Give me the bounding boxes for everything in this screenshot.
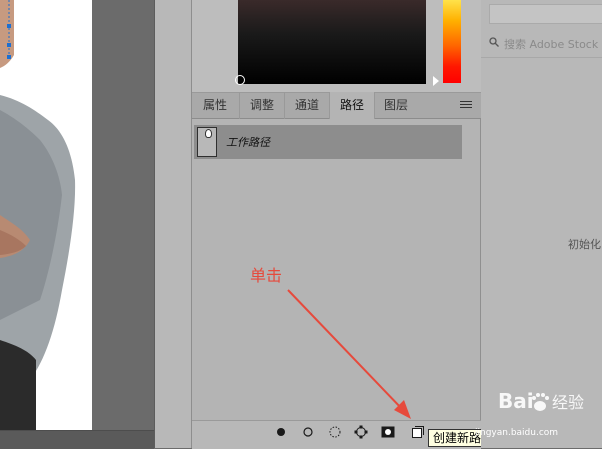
document-canvas[interactable] — [0, 0, 92, 430]
canvas-statusbar — [0, 430, 154, 449]
add-mask-button[interactable] — [380, 424, 396, 440]
tab-paths[interactable]: 路径 — [329, 92, 375, 119]
hue-slider-handle[interactable] — [433, 76, 439, 86]
stock-search-input[interactable]: 搜索 Adobe Stock — [504, 36, 598, 52]
tab-layers[interactable]: 图层 — [374, 92, 418, 119]
annotation-label: 单击 — [250, 266, 283, 285]
path-thumbnail-shape-icon — [205, 129, 212, 138]
add-mask-icon — [381, 426, 395, 438]
fill-path-button[interactable] — [273, 424, 289, 440]
annotation-arrow-icon — [287, 289, 411, 419]
panel-menu-icon[interactable] — [460, 99, 472, 111]
watermark-url: jingyan.baidu.com — [475, 428, 559, 438]
library-loading-text: 初始化 — [568, 238, 601, 251]
color-field-handle[interactable] — [235, 75, 245, 85]
fill-path-icon — [277, 428, 285, 436]
make-work-path-button[interactable] — [353, 424, 369, 440]
create-new-path-button[interactable] — [410, 424, 426, 440]
color-saturation-field[interactable] — [238, 0, 426, 84]
stroke-path-button[interactable] — [300, 424, 316, 440]
document-photo — [0, 0, 92, 430]
stroke-path-icon — [303, 427, 313, 437]
hue-slider[interactable] — [443, 0, 461, 83]
tab-properties[interactable]: 属性 — [194, 92, 236, 119]
load-selection-button[interactable] — [327, 424, 343, 440]
tab-channels[interactable]: 通道 — [284, 92, 329, 119]
load-selection-icon — [329, 426, 341, 438]
tab-adjustments[interactable]: 调整 — [239, 92, 284, 119]
baidu-jingyan-watermark-logo: Bai 经验 — [498, 389, 584, 413]
watermark-brand-right: 经验 — [552, 393, 584, 412]
search-icon — [489, 37, 499, 47]
path-name-label: 工作路径 — [226, 136, 270, 149]
create-new-path-icon — [412, 426, 424, 438]
library-dropdown[interactable] — [489, 4, 602, 24]
library-divider — [481, 57, 602, 58]
watermark-brand-left: Bai — [498, 389, 534, 413]
canvas-pasteboard — [92, 0, 154, 448]
make-work-path-icon — [354, 425, 368, 439]
panel-dock-collapsed — [154, 0, 192, 448]
